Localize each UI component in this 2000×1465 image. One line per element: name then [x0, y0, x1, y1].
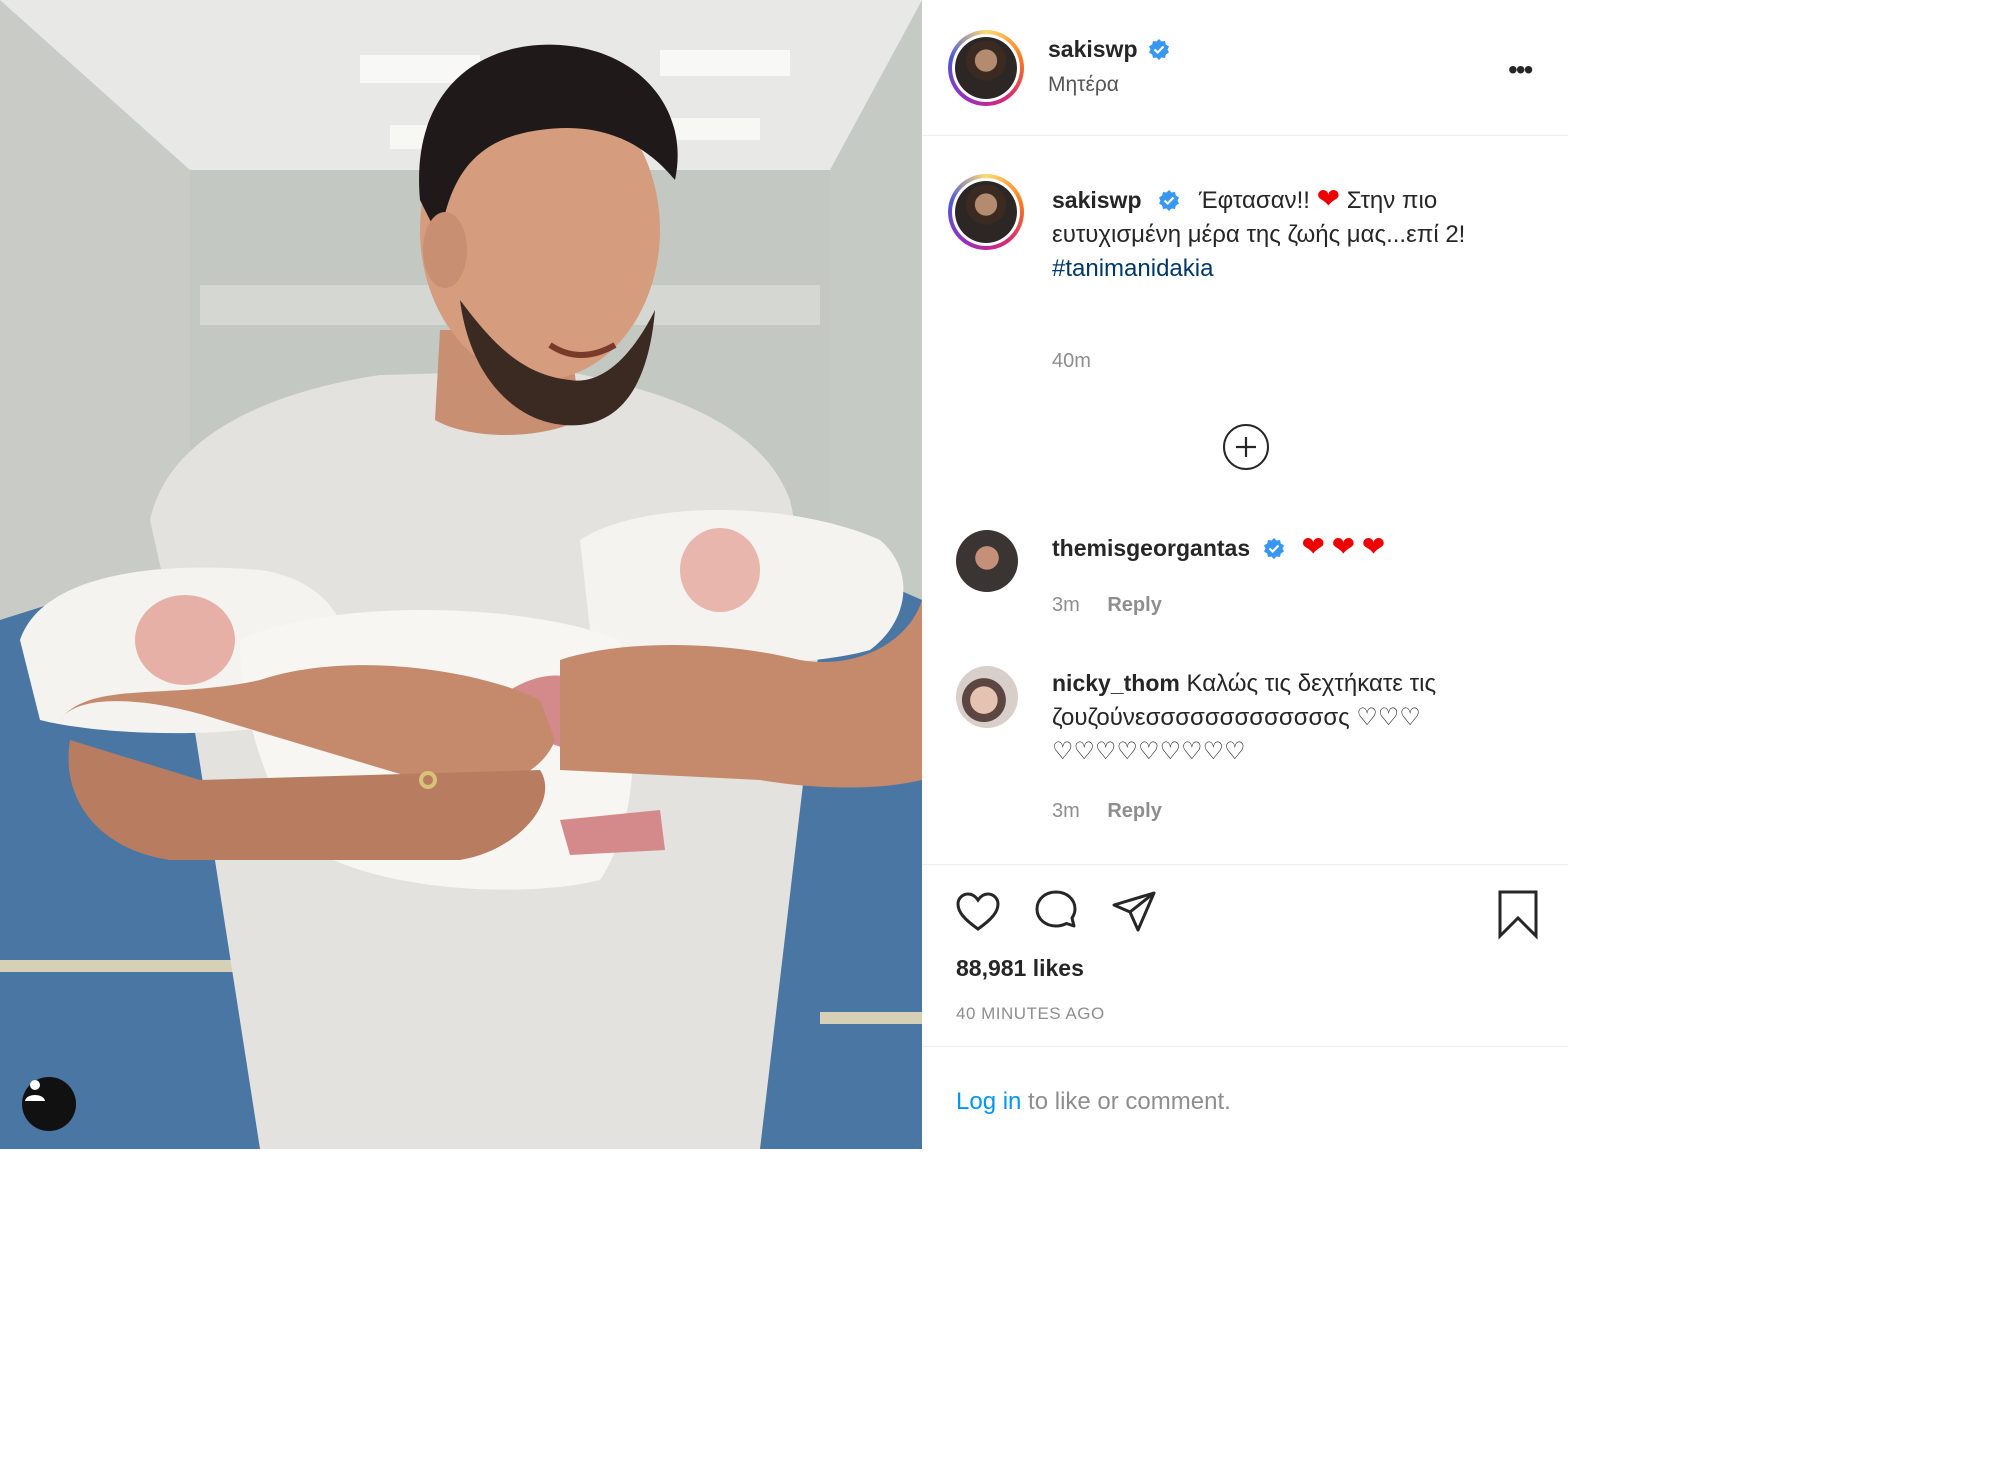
post-side-panel: sakiswp Μητέρα ••• sakiswp Έφτασαν!! ❤ Σ…: [922, 0, 1568, 1149]
red-heart-emoji-icon: ❤: [1316, 183, 1341, 214]
verified-badge-icon: [1148, 39, 1169, 60]
author-info: sakiswp Μητέρα: [1048, 36, 1170, 97]
save-bookmark-icon[interactable]: [1494, 888, 1542, 940]
author-avatar[interactable]: [948, 30, 1024, 106]
comment-avatar[interactable]: [956, 530, 1018, 592]
caption-text-part-1: Έφτασαν!!: [1198, 187, 1310, 214]
comment-bubble-icon[interactable]: [1032, 888, 1080, 936]
actions-divider: [922, 864, 1568, 865]
user-icon: [25, 1080, 45, 1101]
comment-avatar[interactable]: [956, 666, 1018, 728]
comment-item: themisgeorgantas ❤ ❤ ❤: [1052, 530, 1522, 566]
caption-username[interactable]: sakiswp: [1052, 187, 1142, 213]
caption-hashtag-link[interactable]: #tanimanidakia: [1052, 255, 1213, 282]
share-paper-plane-icon[interactable]: [1110, 888, 1158, 936]
reply-button[interactable]: Reply: [1107, 800, 1161, 822]
post-header: sakiswp Μητέρα •••: [922, 0, 1568, 136]
verified-badge-icon: [1159, 190, 1180, 211]
comment-username[interactable]: nicky_thom: [1052, 670, 1180, 696]
likes-count[interactable]: 88,981 likes: [956, 955, 1084, 982]
post-photo[interactable]: [0, 0, 922, 1149]
comment-time: 3m: [1052, 594, 1080, 616]
reply-button[interactable]: Reply: [1107, 594, 1161, 616]
post-caption: sakiswp Έφτασαν!! ❤ Στην πιο ευτυχισμένη…: [1052, 182, 1522, 286]
caption-timestamp: 40m: [1052, 350, 1091, 372]
post-age: 40 MINUTES AGO: [956, 1004, 1105, 1023]
load-more-comments-button[interactable]: [1223, 424, 1269, 470]
login-link[interactable]: Log in: [956, 1088, 1021, 1115]
comment-item: nicky_thom Καλώς τις δεχτήκατε τις ζουζο…: [1052, 666, 1522, 769]
post-location[interactable]: Μητέρα: [1048, 73, 1170, 97]
comment-meta: 3m Reply: [1052, 800, 1184, 823]
instagram-post-view: sakiswp Μητέρα ••• sakiswp Έφτασαν!! ❤ Σ…: [0, 0, 1568, 1149]
verified-badge-icon: [1263, 538, 1284, 559]
login-prompt: Log in to like or comment.: [956, 1088, 1231, 1116]
comment-meta: 3m Reply: [1052, 594, 1184, 617]
red-heart-emoji-icon: ❤: [1301, 531, 1325, 562]
caption-avatar[interactable]: [948, 174, 1024, 250]
login-prompt-text: to like or comment.: [1021, 1088, 1231, 1115]
tagged-users-button[interactable]: [22, 1077, 76, 1131]
red-heart-emoji-icon: ❤: [1331, 531, 1356, 562]
author-username[interactable]: sakiswp: [1048, 36, 1138, 62]
post-photo-illustration: [0, 0, 922, 1149]
comment-username[interactable]: themisgeorgantas: [1052, 535, 1250, 561]
red-heart-emoji-icon: ❤: [1361, 531, 1386, 562]
like-heart-icon[interactable]: [954, 888, 1002, 936]
more-options-icon[interactable]: •••: [1508, 54, 1533, 86]
comment-time: 3m: [1052, 800, 1080, 822]
plus-icon: [1236, 437, 1256, 457]
